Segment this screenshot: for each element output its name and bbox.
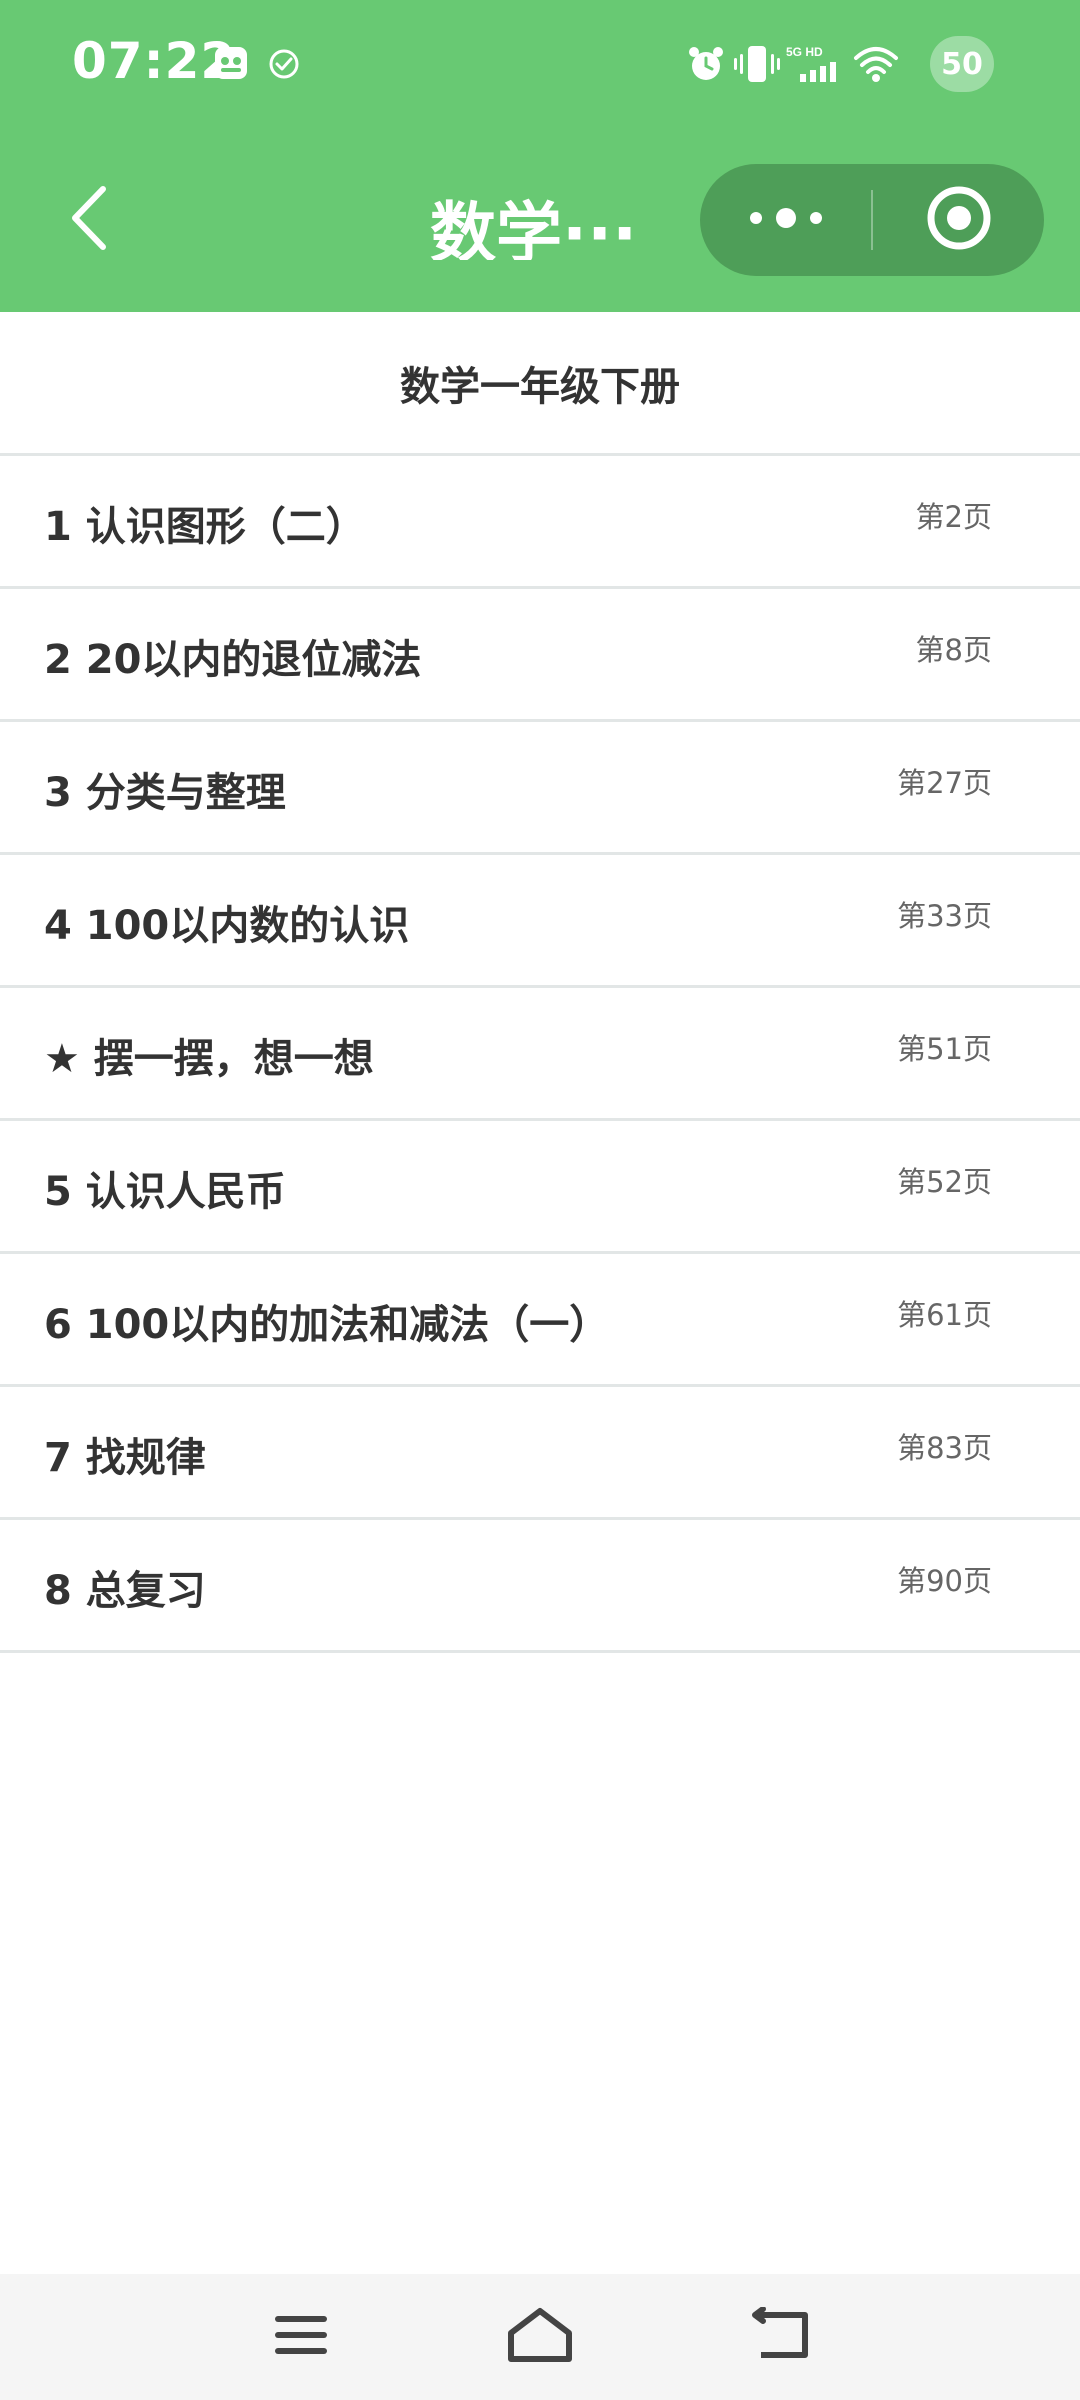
home-icon bbox=[505, 2305, 575, 2369]
chapter-list: 1 认识图形（二） 第2页 2 20以内的退位减法 第8页 3 分类与整理 第2… bbox=[0, 456, 1080, 1653]
chapter-label: 7 找规律 bbox=[44, 1435, 206, 1481]
close-button[interactable] bbox=[873, 164, 1044, 276]
chapter-page: 第33页 bbox=[897, 899, 992, 933]
list-item[interactable]: ★ 摆一摆，想一想 第51页 bbox=[0, 988, 1080, 1121]
chapter-label: 2 20以内的退位减法 bbox=[44, 637, 422, 683]
list-item[interactable]: 6 100以内的加法和减法（一） 第61页 bbox=[0, 1254, 1080, 1387]
chapter-page: 第52页 bbox=[897, 1165, 992, 1199]
status-time: 07:22 bbox=[72, 32, 237, 90]
system-nav-bar bbox=[0, 2274, 1080, 2400]
chapter-label: 4 100以内数的认识 bbox=[44, 903, 410, 949]
svg-text:5G HD: 5G HD bbox=[786, 45, 823, 59]
list-item[interactable]: 8 总复习 第90页 bbox=[0, 1520, 1080, 1653]
battery-level: 50 bbox=[930, 36, 994, 92]
list-item[interactable]: 3 分类与整理 第27页 bbox=[0, 722, 1080, 855]
chapter-label: 6 100以内的加法和减法（一） bbox=[44, 1302, 610, 1348]
vibrate-icon bbox=[734, 44, 780, 88]
alarm-icon bbox=[686, 44, 726, 88]
status-bar: 07:22 5G HD 50 bbox=[0, 0, 1080, 130]
top-header: 07:22 5G HD 50 数学··· bbox=[0, 0, 1080, 312]
chapter-page: 第2页 bbox=[915, 500, 992, 534]
chapter-page: 第83页 bbox=[897, 1431, 992, 1465]
back-nav-button[interactable] bbox=[726, 2292, 836, 2382]
chapter-page: 第90页 bbox=[897, 1564, 992, 1598]
back-icon bbox=[749, 2306, 813, 2367]
chapter-label: 1 认识图形（二） bbox=[44, 504, 366, 550]
home-button[interactable] bbox=[485, 2292, 595, 2382]
target-close-icon bbox=[926, 185, 992, 255]
list-item[interactable]: 1 认识图形（二） 第2页 bbox=[0, 456, 1080, 589]
miniprogram-capsule bbox=[700, 164, 1044, 276]
chapter-page: 第61页 bbox=[897, 1298, 992, 1332]
chapter-page: 第51页 bbox=[897, 1032, 992, 1066]
chapter-label: 8 总复习 bbox=[44, 1568, 206, 1614]
check-circle-icon bbox=[268, 48, 300, 84]
book-title: 数学一年级下册 bbox=[0, 312, 1080, 456]
more-dots-icon bbox=[748, 206, 824, 234]
chapter-label: ★ 摆一摆，想一想 bbox=[44, 1036, 374, 1082]
menu-icon bbox=[271, 2310, 331, 2364]
recent-apps-button[interactable] bbox=[246, 2292, 356, 2382]
chapter-page: 第27页 bbox=[897, 766, 992, 800]
list-item[interactable]: 2 20以内的退位减法 第8页 bbox=[0, 589, 1080, 722]
signal-icon: 5G HD bbox=[786, 44, 842, 88]
more-button[interactable] bbox=[700, 164, 871, 276]
chapter-label: 3 分类与整理 bbox=[44, 770, 286, 816]
chapter-label: 5 认识人民币 bbox=[44, 1169, 286, 1215]
back-button[interactable] bbox=[40, 170, 140, 270]
nav-bar: 数学··· bbox=[0, 140, 1080, 312]
list-item[interactable]: 4 100以内数的认识 第33页 bbox=[0, 855, 1080, 988]
gallery-app-icon bbox=[214, 46, 248, 84]
chevron-left-icon bbox=[65, 183, 115, 257]
page-title: 数学··· bbox=[430, 195, 638, 260]
wifi-icon bbox=[852, 44, 900, 88]
chapter-page: 第8页 bbox=[915, 633, 992, 667]
list-item[interactable]: 5 认识人民币 第52页 bbox=[0, 1121, 1080, 1254]
list-item[interactable]: 7 找规律 第83页 bbox=[0, 1387, 1080, 1520]
